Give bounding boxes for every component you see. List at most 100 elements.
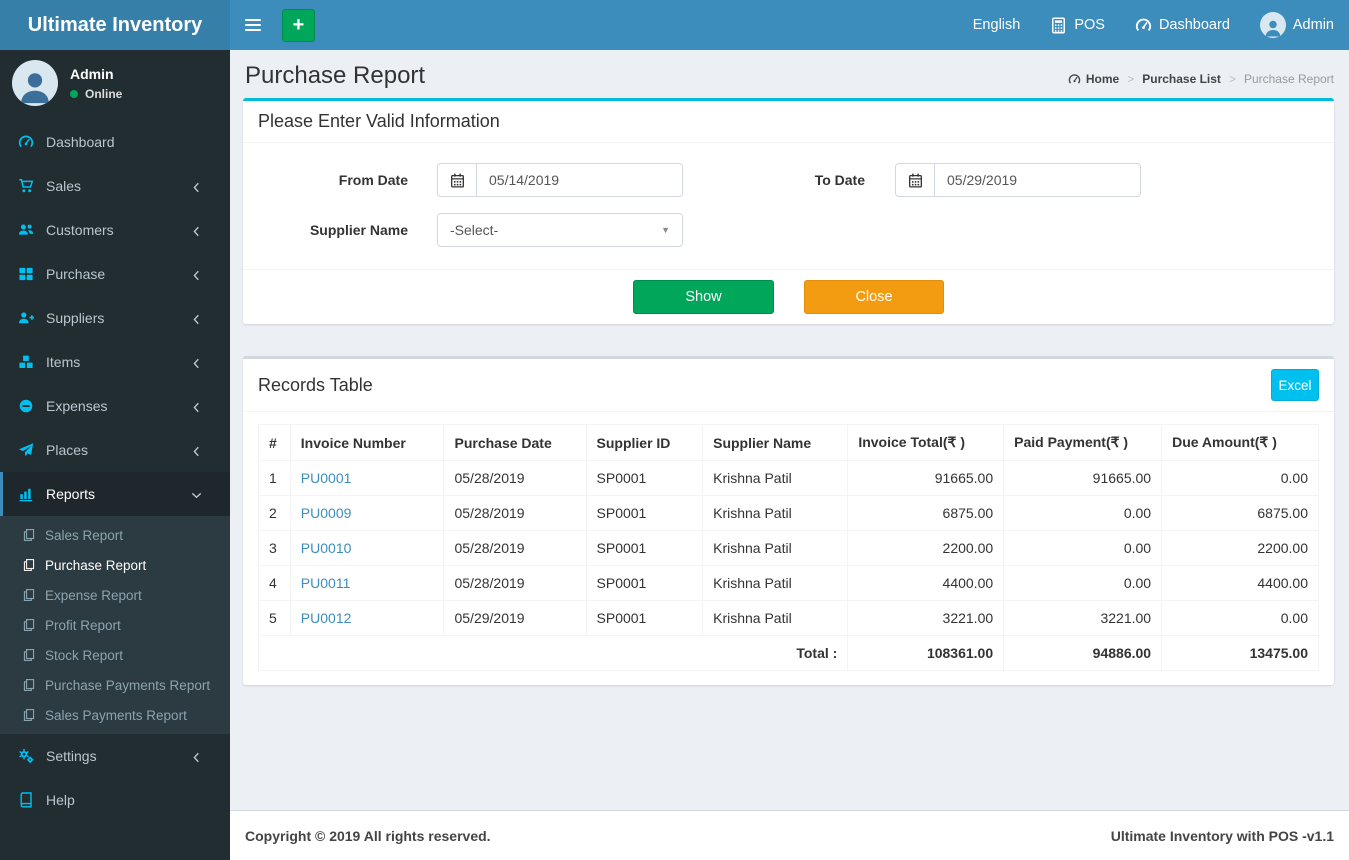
calendar-icon[interactable] xyxy=(438,164,477,196)
user-menu[interactable]: Admin xyxy=(1245,0,1349,50)
sidebar-item-profit-report[interactable]: Profit Report xyxy=(0,610,230,640)
sidebar-item-label: Dashboard xyxy=(46,134,115,150)
row-index: 2 xyxy=(258,495,291,531)
sidebar-item-suppliers[interactable]: Suppliers xyxy=(0,296,230,340)
user-status[interactable]: Online xyxy=(70,87,122,101)
col-header-supplier-name: Supplier Name xyxy=(702,424,849,461)
excel-export-button[interactable]: Excel xyxy=(1271,369,1319,401)
sidebar-item-expense-report[interactable]: Expense Report xyxy=(0,580,230,610)
page-title: Purchase Report xyxy=(245,62,426,89)
sidebar-item-purchase-payments-report[interactable]: Purchase Payments Report xyxy=(0,670,230,700)
from-date-input[interactable] xyxy=(477,164,682,196)
sidebar-item-help[interactable]: Help xyxy=(0,778,230,822)
content-area: Purchase Report Home > Purchase List > P… xyxy=(230,50,1349,810)
sidebar-item-purchase-report[interactable]: Purchase Report xyxy=(0,550,230,580)
report-file-icon xyxy=(22,618,36,632)
supplier-id-cell: SP0001 xyxy=(585,565,704,601)
supplier-select-value: -Select- xyxy=(450,222,499,238)
version-text: Ultimate Inventory with POS -v1.1 xyxy=(1110,827,1334,844)
chevron-left-icon xyxy=(190,222,215,238)
breadcrumb-purchase-list[interactable]: Purchase List xyxy=(1142,72,1221,86)
user-menu-label: Admin xyxy=(1292,17,1334,33)
supplier-name-cell: Krishna Patil xyxy=(702,600,849,636)
sidebar-item-purchase[interactable]: Purchase xyxy=(0,252,230,296)
table-row: 5 PU0012 05/29/2019 SP0001 Krishna Patil… xyxy=(258,600,1319,636)
supplier-id-cell: SP0001 xyxy=(585,530,704,566)
due-amount-cell: 0.00 xyxy=(1161,600,1319,636)
caret-down-icon: ▼ xyxy=(661,225,670,235)
table-row: 2 PU0009 05/28/2019 SP0001 Krishna Patil… xyxy=(258,495,1319,531)
invoice-link[interactable]: PU0010 xyxy=(301,540,352,556)
table-row: 4 PU0011 05/28/2019 SP0001 Krishna Patil… xyxy=(258,565,1319,601)
invoice-total-cell: 6875.00 xyxy=(847,495,1005,531)
breadcrumb-home[interactable]: Home xyxy=(1068,72,1119,86)
sidebar-item-places[interactable]: Places xyxy=(0,428,230,472)
chevron-left-icon xyxy=(190,398,215,414)
sidebar: Admin Online Dashboard Sales Customers P… xyxy=(0,50,230,860)
pos-menu[interactable]: POS xyxy=(1035,0,1120,50)
supplier-id-cell: SP0001 xyxy=(585,495,704,531)
sidebar-item-stock-report[interactable]: Stock Report xyxy=(0,640,230,670)
col-header-supplier-id: Supplier ID xyxy=(585,424,704,461)
language-menu[interactable]: English xyxy=(958,0,1036,50)
report-file-icon xyxy=(22,588,36,602)
sidebar-item-label: Items xyxy=(46,354,81,370)
col-header-due-amount: Due Amount(₹ ) xyxy=(1161,424,1319,461)
calendar-icon[interactable] xyxy=(896,164,935,196)
minus-circle-icon xyxy=(18,398,34,414)
paid-payment-cell: 0.00 xyxy=(1003,495,1163,531)
app-logo[interactable]: Ultimate Inventory xyxy=(0,0,230,50)
dashboard-menu[interactable]: Dashboard xyxy=(1120,0,1245,50)
invoice-link[interactable]: PU0012 xyxy=(301,610,352,626)
sidebar-item-reports[interactable]: Reports xyxy=(0,472,230,516)
col-header-index: # xyxy=(258,424,291,461)
breadcrumb-current: Purchase Report xyxy=(1243,72,1334,86)
sidebar-item-sales[interactable]: Sales xyxy=(0,164,230,208)
supplier-name-cell: Krishna Patil xyxy=(702,530,849,566)
copyright-text: Copyright © 2019 All rights reserved. xyxy=(245,827,491,844)
sidebar-item-customers[interactable]: Customers xyxy=(0,208,230,252)
quick-add-button[interactable]: + xyxy=(282,8,315,42)
sidebar-item-items[interactable]: Items xyxy=(0,340,230,384)
navbar: + English POS Dashboard Admin xyxy=(230,0,1349,50)
invoice-link[interactable]: PU0011 xyxy=(301,575,351,591)
grid-icon xyxy=(18,266,34,282)
report-file-icon xyxy=(22,528,36,542)
sidebar-item-sales-payments-report[interactable]: Sales Payments Report xyxy=(0,700,230,730)
purchase-date-cell: 05/28/2019 xyxy=(443,530,587,566)
sidebar-item-label: Settings xyxy=(46,748,97,764)
language-label: English xyxy=(972,17,1021,33)
col-header-paid-payment: Paid Payment(₹ ) xyxy=(1003,424,1163,461)
sidebar-toggle-button[interactable] xyxy=(230,0,276,50)
from-date-label: From Date xyxy=(338,172,408,188)
sidebar-item-expenses[interactable]: Expenses xyxy=(0,384,230,428)
calculator-icon xyxy=(1050,17,1067,34)
sidebar-item-dashboard[interactable]: Dashboard xyxy=(0,120,230,164)
invoice-link[interactable]: PU0009 xyxy=(301,505,352,521)
sidebar-item-label: Customers xyxy=(46,222,114,238)
report-file-icon xyxy=(22,558,36,572)
supplier-select[interactable]: -Select- ▼ xyxy=(437,213,683,247)
report-file-icon xyxy=(22,708,36,722)
col-header-purchase-date: Purchase Date xyxy=(443,424,587,461)
paper-plane-icon xyxy=(18,442,34,458)
chevron-left-icon xyxy=(190,354,215,370)
breadcrumb: Home > Purchase List > Purchase Report xyxy=(1068,72,1334,90)
to-date-group xyxy=(895,163,1141,197)
to-date-input[interactable] xyxy=(935,164,1140,196)
due-amount-cell: 2200.00 xyxy=(1161,530,1319,566)
chevron-left-icon xyxy=(190,310,215,326)
due-amount-cell: 0.00 xyxy=(1161,460,1319,496)
navbar-right-menu: English POS Dashboard Admin xyxy=(958,0,1349,50)
from-date-group xyxy=(437,163,683,197)
sidebar-item-sales-report[interactable]: Sales Report xyxy=(0,520,230,550)
dashboard-icon xyxy=(1068,73,1081,86)
close-button[interactable]: Close xyxy=(804,280,944,314)
breadcrumb-separator: > xyxy=(1127,72,1135,86)
show-button[interactable]: Show xyxy=(633,280,774,314)
invoice-link[interactable]: PU0001 xyxy=(301,470,352,486)
sidebar-item-label: Help xyxy=(46,792,75,808)
submenu-item-label: Profit Report xyxy=(45,617,121,633)
sidebar-item-settings[interactable]: Settings xyxy=(0,734,230,778)
online-status-icon xyxy=(70,89,78,98)
